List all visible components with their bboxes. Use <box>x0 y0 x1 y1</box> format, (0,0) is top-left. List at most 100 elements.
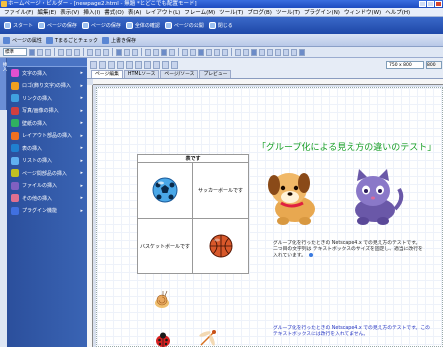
separator <box>141 48 142 56</box>
print-icon[interactable] <box>162 60 169 69</box>
zoom-select[interactable]: 750 x 800 <box>386 60 424 69</box>
highlight-icon[interactable] <box>74 48 80 56</box>
group-icon[interactable] <box>259 48 265 56</box>
sidebar-item[interactable]: プラグイン機能 ▸ <box>7 205 87 218</box>
sidebar-item[interactable]: 写真/画像の挿入 ▸ <box>7 105 87 118</box>
order-icon[interactable] <box>275 48 281 56</box>
soccer-ball-cell[interactable] <box>138 163 193 218</box>
align-right-icon[interactable] <box>103 48 109 56</box>
page-properties-button[interactable]: ページの属性 <box>3 36 42 44</box>
tab-page-edit[interactable]: ページ編集 <box>91 70 123 78</box>
font-color-icon[interactable] <box>66 48 72 56</box>
layer-icon[interactable] <box>198 48 204 56</box>
settings-icon[interactable] <box>299 48 305 56</box>
align-left-icon[interactable] <box>87 48 93 56</box>
paragraph-style-select[interactable]: 標準 <box>3 48 27 56</box>
close-doc-button[interactable]: 閉じる <box>208 22 233 29</box>
publish-button[interactable]: ページの公開 <box>164 22 204 29</box>
sidebar-item[interactable]: レイアウト部品の挿入 ▸ <box>7 130 87 143</box>
text-box-2[interactable]: グループ化を行ったときの Netscape4.x での見え方のテストです。このテ… <box>273 326 433 338</box>
mode-icon[interactable] <box>117 60 124 69</box>
hr-icon[interactable] <box>169 48 175 56</box>
vertical-tab[interactable]: 挿入 <box>0 58 7 110</box>
edit-icon[interactable] <box>90 60 97 69</box>
menu-frame[interactable]: フレーム(M) <box>184 8 215 16</box>
menu-insert[interactable]: 挿入(I) <box>83 8 100 16</box>
zoom-out-icon[interactable] <box>243 48 249 56</box>
menu-layout[interactable]: レイアウト(L) <box>145 8 180 16</box>
sidebar-item[interactable]: 文字の挿入 ▸ <box>7 67 87 80</box>
grid-icon[interactable] <box>251 48 257 56</box>
save-page-button-2[interactable]: ページの保存 <box>81 22 121 29</box>
bold-icon[interactable] <box>29 48 35 56</box>
link-icon[interactable] <box>161 48 167 56</box>
align-center-icon[interactable] <box>95 48 101 56</box>
sidebar-item[interactable]: その他の挿入 ▸ <box>7 192 87 205</box>
tab-preview[interactable]: プレビュー <box>199 70 232 78</box>
ladybug-icon[interactable] <box>154 332 172 347</box>
sidebar-item[interactable]: ファイルの挿入 ▸ <box>7 180 87 193</box>
menu-blog[interactable]: ブログ(B) <box>247 8 272 16</box>
text-box-1[interactable]: グループ化を行ったときの Netscape4.x での見え方のテストです。二つ目… <box>273 241 423 260</box>
outdent-icon[interactable] <box>132 48 138 56</box>
font-size-icon[interactable] <box>58 48 64 56</box>
ball-table[interactable]: 表です サッカーボールです バスケットボールです <box>137 154 249 274</box>
menu-tools[interactable]: ツール(T) <box>219 8 243 16</box>
save-page-button[interactable]: ページの保存 <box>38 22 77 29</box>
page-heading[interactable]: 「グループ化による見え方の違いのテスト」 <box>257 140 436 153</box>
start-button[interactable]: スタート <box>4 22 33 29</box>
distribute-icon[interactable] <box>291 48 297 56</box>
source-icon[interactable] <box>108 60 115 69</box>
table-icon[interactable] <box>145 48 151 56</box>
underline-icon[interactable] <box>45 48 51 56</box>
tab-html-source[interactable]: HTMLソース <box>123 70 160 78</box>
dog-icon[interactable] <box>261 165 323 227</box>
sidebar-item[interactable]: ページ間部品の挿入 ▸ <box>7 167 87 180</box>
sidebar-item[interactable]: 壁紙の挿入 ▸ <box>7 117 87 130</box>
menu-table[interactable]: 表(A) <box>128 8 142 16</box>
ungroup-icon[interactable] <box>267 48 273 56</box>
sidebar-item[interactable]: ロゴ(飾り文字)の挿入 ▸ <box>7 80 87 93</box>
minimize-button[interactable] <box>419 1 426 7</box>
preview-icon[interactable] <box>99 60 106 69</box>
comment-icon[interactable] <box>222 48 228 56</box>
menu-format[interactable]: 書式(O) <box>104 8 124 16</box>
dragonfly-icon[interactable] <box>197 328 219 347</box>
find-icon[interactable] <box>171 60 178 69</box>
sidebar-item[interactable]: リンクの挿入 ▸ <box>7 92 87 105</box>
stop-icon[interactable] <box>135 60 142 69</box>
zoom-in-icon[interactable] <box>235 48 241 56</box>
menu-plugin[interactable]: プラグイン(N) <box>304 8 340 16</box>
refresh-icon[interactable] <box>126 60 133 69</box>
maximize-button[interactable] <box>427 1 434 7</box>
page-canvas[interactable]: 「グループ化による見え方の違いのテスト」 表です サッカーボールです バスケット… <box>96 87 443 347</box>
sidebar-item[interactable]: リストの挿入 ▸ <box>7 155 87 168</box>
tab-page-source[interactable]: ページ/ソース <box>160 70 199 78</box>
menu-help[interactable]: ヘルプ(H) <box>385 8 410 16</box>
overwrite-save-button[interactable]: 上書き保存 <box>101 36 136 44</box>
full-check-button[interactable]: Tまるごとチェック <box>45 36 98 44</box>
menu-tools-2[interactable]: ツール(T) <box>276 8 300 16</box>
list-icon[interactable] <box>116 48 122 56</box>
basketball-cell[interactable] <box>193 219 248 275</box>
back-icon[interactable] <box>144 60 151 69</box>
form-icon[interactable] <box>182 48 188 56</box>
snail-icon[interactable] <box>153 290 171 310</box>
frame-icon[interactable] <box>206 48 212 56</box>
check-all-button[interactable]: 全体の確認 <box>125 22 160 29</box>
mode-select[interactable]: 800 <box>426 60 442 69</box>
sidebar-item[interactable]: 表の挿入 ▸ <box>7 142 87 155</box>
indent-icon[interactable] <box>124 48 130 56</box>
menu-window[interactable]: ウィンドウ(W) <box>344 8 381 16</box>
image-icon[interactable] <box>153 48 159 56</box>
forward-icon[interactable] <box>153 60 160 69</box>
italic-icon[interactable] <box>37 48 43 56</box>
script-icon[interactable] <box>214 48 220 56</box>
close-button[interactable] <box>435 1 442 7</box>
cat-icon[interactable] <box>345 165 407 227</box>
menu-file[interactable]: ファイル(F) <box>4 8 33 16</box>
menu-edit[interactable]: 編集(E) <box>37 8 56 16</box>
anchor-icon[interactable] <box>190 48 196 56</box>
menu-view[interactable]: 表示(V) <box>60 8 79 16</box>
align-objects-icon[interactable] <box>283 48 289 56</box>
